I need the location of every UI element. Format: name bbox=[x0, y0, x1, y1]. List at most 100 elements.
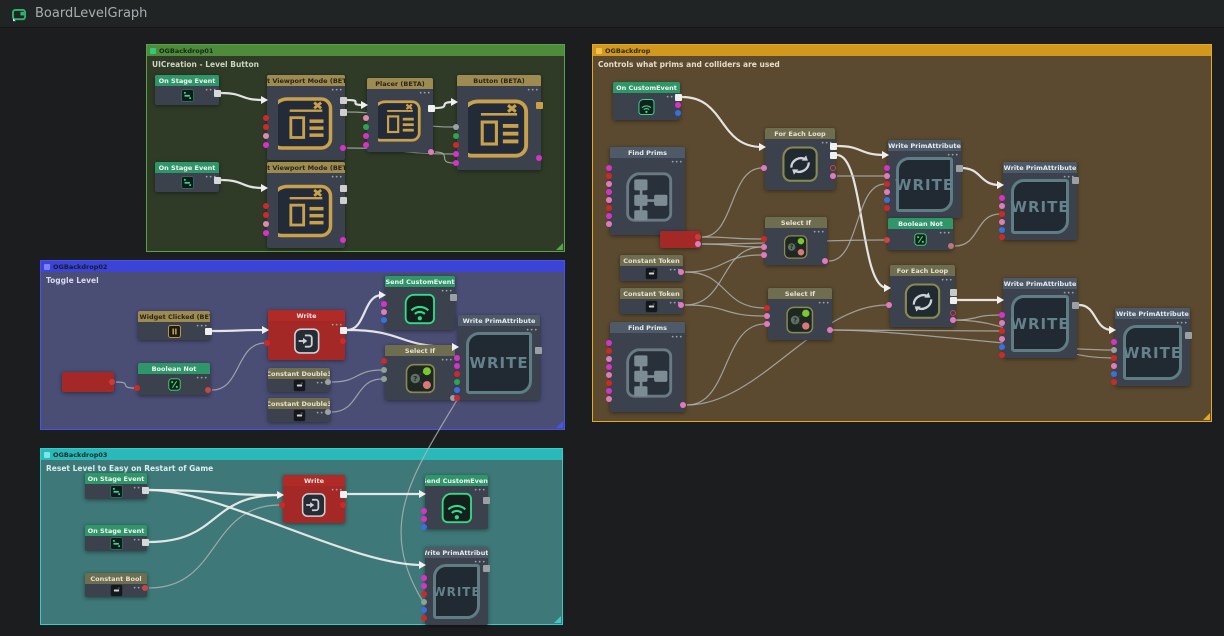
output-port[interactable] bbox=[535, 347, 542, 354]
output-port[interactable] bbox=[325, 409, 331, 415]
input-port[interactable] bbox=[761, 252, 767, 258]
output-port[interactable] bbox=[428, 149, 434, 155]
output-port[interactable] bbox=[680, 402, 686, 408]
node-setviewport2[interactable]: Set Viewport Mode (BETA)••• bbox=[267, 162, 345, 248]
graph-canvas[interactable]: OGBackdrop01UICreation - Level ButtonOGB… bbox=[0, 0, 1224, 636]
input-port[interactable] bbox=[999, 211, 1005, 217]
input-port[interactable] bbox=[999, 312, 1005, 318]
node-constantdouble1[interactable]: Constant Double3••• bbox=[268, 368, 330, 392]
input-port[interactable] bbox=[999, 219, 1005, 225]
node-findprims2[interactable]: Find Prims••• bbox=[610, 322, 685, 412]
input-port[interactable] bbox=[454, 387, 460, 393]
input-port[interactable] bbox=[999, 195, 1005, 201]
output-port[interactable] bbox=[340, 338, 346, 344]
output-port[interactable] bbox=[950, 297, 957, 304]
input-port[interactable] bbox=[882, 151, 889, 159]
input-port[interactable] bbox=[262, 326, 269, 334]
node-booleannot1[interactable]: Boolean Not••• bbox=[138, 363, 210, 395]
input-port[interactable] bbox=[761, 165, 767, 171]
output-port[interactable] bbox=[827, 327, 833, 333]
node-collapsed-red-1[interactable] bbox=[62, 372, 114, 392]
input-port[interactable] bbox=[759, 143, 766, 151]
input-port[interactable] bbox=[999, 336, 1005, 342]
input-port[interactable] bbox=[421, 575, 427, 581]
output-port[interactable] bbox=[340, 97, 347, 104]
input-port[interactable] bbox=[999, 352, 1005, 358]
output-port[interactable] bbox=[830, 143, 837, 150]
input-port[interactable] bbox=[999, 234, 1005, 240]
input-port[interactable] bbox=[1111, 363, 1117, 369]
input-port[interactable] bbox=[761, 244, 767, 250]
output-port[interactable] bbox=[1072, 177, 1079, 184]
input-port[interactable] bbox=[606, 396, 612, 402]
input-port[interactable] bbox=[264, 340, 270, 346]
input-port[interactable] bbox=[381, 301, 387, 307]
output-port[interactable] bbox=[340, 185, 347, 192]
input-port[interactable] bbox=[379, 291, 386, 299]
input-port[interactable] bbox=[884, 205, 890, 211]
input-port[interactable] bbox=[454, 395, 460, 401]
input-port[interactable] bbox=[1111, 355, 1117, 361]
input-port[interactable] bbox=[606, 364, 612, 370]
input-port[interactable] bbox=[263, 230, 269, 236]
input-port[interactable] bbox=[134, 385, 140, 391]
input-port[interactable] bbox=[1111, 339, 1117, 345]
node-collapsed-red-2[interactable] bbox=[660, 231, 700, 248]
node-selectif2[interactable]: Select If••• ? bbox=[765, 217, 827, 265]
node-sendcustomevent2[interactable]: Send CustomEvent••• bbox=[425, 475, 488, 529]
frame-resize-grip[interactable] bbox=[554, 616, 561, 623]
node-onstage2[interactable]: On Stage Event••• bbox=[155, 162, 219, 192]
node-setviewport1[interactable]: Set Viewport Mode (BETA)••• bbox=[267, 75, 345, 160]
output-port[interactable] bbox=[536, 155, 542, 161]
output-port[interactable] bbox=[675, 102, 681, 108]
node-writeprim4[interactable]: Write PrimAttribute•••WRITE bbox=[1003, 162, 1077, 240]
frame-resize-grip[interactable] bbox=[556, 421, 563, 428]
input-port[interactable] bbox=[1109, 326, 1116, 334]
node-writeprim3[interactable]: Write PrimAttribute•••WRITE bbox=[888, 140, 961, 218]
input-port[interactable] bbox=[884, 189, 890, 195]
input-port[interactable] bbox=[606, 213, 612, 219]
frame-header[interactable]: OGBackdrop bbox=[593, 45, 1211, 56]
output-port[interactable] bbox=[675, 94, 682, 101]
output-port[interactable] bbox=[950, 317, 956, 323]
node-onstage3[interactable]: On Stage Event••• bbox=[85, 473, 147, 499]
input-port[interactable] bbox=[421, 615, 427, 621]
node-write1[interactable]: Write••• bbox=[268, 310, 345, 360]
output-port[interactable] bbox=[142, 487, 149, 494]
output-port[interactable] bbox=[109, 379, 115, 385]
input-port[interactable] bbox=[606, 221, 612, 227]
node-onwidgetclicked[interactable]: On Widget Clicked (BETA)••• bbox=[138, 311, 210, 340]
input-port[interactable] bbox=[421, 599, 427, 605]
node-foreachloop1[interactable]: For Each Loop••• bbox=[765, 128, 835, 190]
input-port[interactable] bbox=[606, 165, 612, 171]
input-port[interactable] bbox=[452, 343, 459, 351]
input-port[interactable] bbox=[279, 502, 285, 508]
node-constanttoken1[interactable]: Constant Token••• bbox=[620, 255, 683, 281]
input-port[interactable] bbox=[453, 133, 459, 139]
output-port[interactable] bbox=[950, 310, 956, 316]
input-port[interactable] bbox=[363, 142, 369, 148]
input-port[interactable] bbox=[764, 305, 770, 311]
output-port[interactable] bbox=[678, 269, 684, 275]
output-port[interactable] bbox=[822, 258, 828, 264]
output-port[interactable] bbox=[340, 491, 347, 498]
node-oncustomevent[interactable]: On CustomEvent••• bbox=[613, 82, 680, 120]
input-port[interactable] bbox=[1111, 347, 1117, 353]
node-writeprim6[interactable]: Write PrimAttribute•••WRITE bbox=[1115, 308, 1190, 386]
input-port[interactable] bbox=[761, 236, 767, 242]
input-port[interactable] bbox=[263, 133, 269, 139]
output-port[interactable] bbox=[536, 102, 543, 109]
input-port[interactable] bbox=[381, 367, 387, 373]
input-port[interactable] bbox=[999, 328, 1005, 334]
input-port[interactable] bbox=[421, 516, 427, 522]
frame-header[interactable]: OGBackdrop02 bbox=[41, 261, 564, 272]
input-port[interactable] bbox=[421, 508, 427, 514]
input-port[interactable] bbox=[884, 181, 890, 187]
input-port[interactable] bbox=[606, 189, 612, 195]
input-port[interactable] bbox=[606, 388, 612, 394]
input-port[interactable] bbox=[421, 607, 427, 613]
input-port[interactable] bbox=[381, 309, 387, 315]
output-port[interactable] bbox=[214, 90, 221, 97]
node-writeprim1[interactable]: Write PrimAttribute•••WRITE bbox=[458, 315, 540, 400]
frame-resize-grip[interactable] bbox=[1203, 413, 1210, 420]
